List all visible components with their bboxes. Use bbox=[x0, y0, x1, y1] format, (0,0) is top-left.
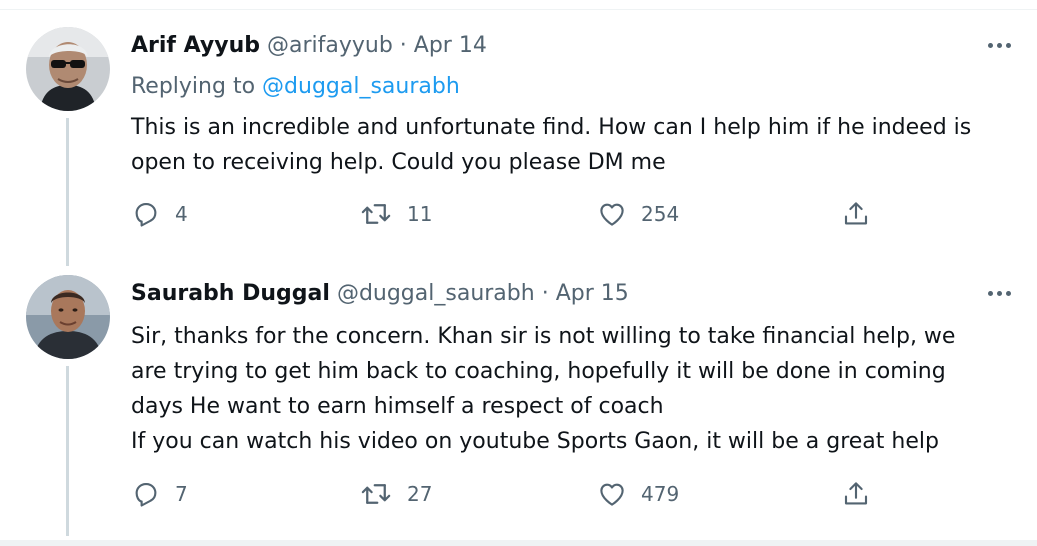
thread-line bbox=[66, 366, 69, 536]
tweet-date[interactable]: · Apr 15 bbox=[542, 281, 629, 306]
retweet-count: 27 bbox=[407, 482, 433, 506]
share-button[interactable] bbox=[841, 199, 871, 229]
tweet-actions: 7 27 479 bbox=[131, 479, 891, 511]
reply-count: 4 bbox=[175, 202, 188, 226]
like-button[interactable]: 479 bbox=[597, 479, 679, 509]
share-button[interactable] bbox=[841, 479, 871, 509]
tweet-header: Saurabh Duggal @duggal_saurabh · Apr 15 bbox=[131, 280, 629, 308]
retweet-count: 11 bbox=[407, 202, 433, 226]
like-count: 254 bbox=[641, 202, 680, 226]
more-icon[interactable] bbox=[983, 34, 1015, 56]
replying-prefix: Replying to bbox=[131, 74, 256, 99]
reply-icon bbox=[135, 202, 157, 227]
tweet-date[interactable]: · Apr 14 bbox=[400, 33, 487, 58]
reply-count: 7 bbox=[175, 482, 188, 506]
share-icon bbox=[844, 482, 868, 505]
tweet-header: Arif Ayyub @arifayyub · Apr 14 bbox=[131, 32, 487, 60]
heart-icon bbox=[600, 483, 624, 506]
bottom-divider bbox=[0, 540, 1037, 546]
retweet-icon bbox=[361, 484, 391, 504]
replying-to-link[interactable]: @duggal_saurabh bbox=[262, 74, 460, 99]
more-icon[interactable] bbox=[983, 282, 1015, 304]
reply-button[interactable]: 4 bbox=[131, 199, 188, 229]
like-count: 479 bbox=[641, 482, 680, 506]
reply-button[interactable]: 7 bbox=[131, 479, 188, 509]
thread-line bbox=[66, 118, 69, 266]
retweet-button[interactable]: 11 bbox=[359, 199, 432, 229]
tweet-text-line: are trying to get him back to coaching, … bbox=[131, 359, 946, 384]
like-button[interactable]: 254 bbox=[597, 199, 679, 229]
tweet-actions: 4 11 254 bbox=[131, 199, 891, 231]
user-handle[interactable]: @duggal_saurabh bbox=[337, 281, 535, 306]
replying-to: Replying to @duggal_saurabh bbox=[131, 74, 460, 99]
retweet-icon bbox=[361, 204, 391, 224]
heart-icon bbox=[600, 203, 624, 226]
tweet-text-line: Sir, thanks for the concern. Khan sir is… bbox=[131, 324, 956, 349]
tweet-text-line: open to receiving help. Could you please… bbox=[131, 150, 666, 175]
tweet-text-line: This is an incredible and unfortunate fi… bbox=[131, 115, 972, 140]
tweet-arif-ayyub[interactable]: Arif Ayyub @arifayyub · Apr 14 Replying … bbox=[0, 22, 1037, 266]
tweet-text: Sir, thanks for the concern. Khan sir is… bbox=[131, 319, 1011, 459]
tweet-text-line: days He want to earn himself a respect o… bbox=[131, 394, 664, 419]
top-divider bbox=[0, 9, 1037, 10]
retweet-button[interactable]: 27 bbox=[359, 479, 432, 509]
display-name[interactable]: Saurabh Duggal bbox=[131, 281, 330, 306]
avatar[interactable] bbox=[26, 27, 110, 111]
user-handle[interactable]: @arifayyub bbox=[267, 33, 393, 58]
tweet-saurabh-duggal[interactable]: Saurabh Duggal @duggal_saurabh · Apr 15 … bbox=[0, 270, 1037, 540]
display-name[interactable]: Arif Ayyub bbox=[131, 33, 260, 58]
reply-icon bbox=[135, 482, 157, 507]
tweet-text: This is an incredible and unfortunate fi… bbox=[131, 110, 1011, 180]
share-icon bbox=[844, 202, 868, 225]
avatar[interactable] bbox=[26, 275, 110, 359]
tweet-text-line: If you can watch his video on youtube Sp… bbox=[131, 429, 939, 454]
